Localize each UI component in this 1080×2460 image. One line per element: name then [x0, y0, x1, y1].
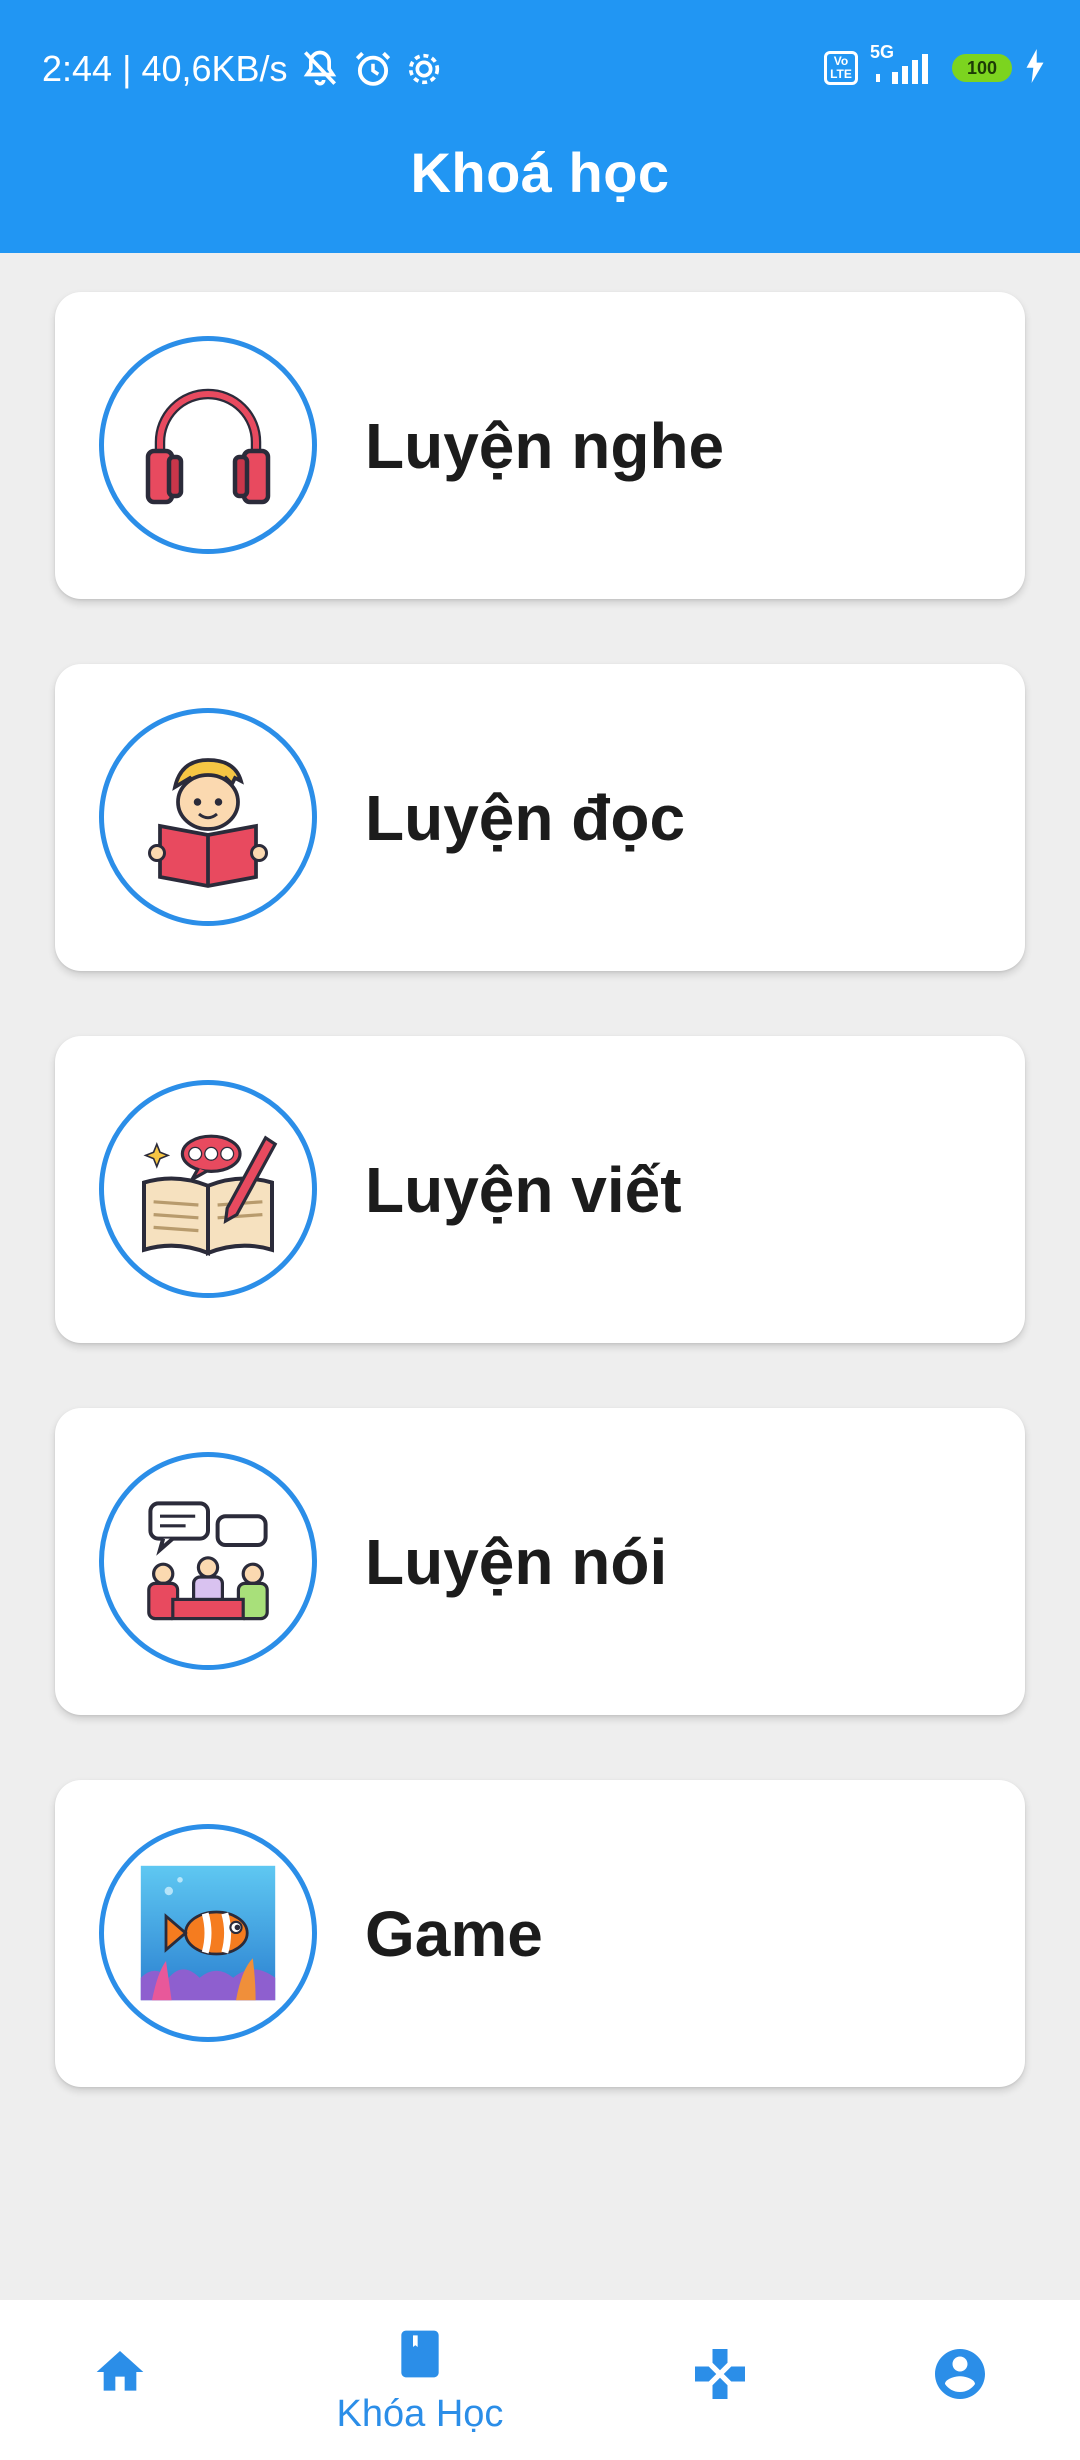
charging-icon [1024, 48, 1046, 88]
app-bar: 2:44 | 40,6KB/s Vo LTE 5G 100 Khoá học [0, 0, 1080, 253]
nav-home[interactable] [70, 2300, 170, 2460]
status-bar: 2:44 | 40,6KB/s Vo LTE 5G 100 [0, 0, 1080, 135]
course-label: Luyện đọc [365, 781, 686, 854]
course-card-speaking[interactable]: Luyện nói [55, 1408, 1025, 1715]
alarm-icon [352, 48, 394, 90]
settings-gear-icon [404, 49, 444, 89]
status-time: 2:44 [42, 48, 113, 89]
course-card-listening[interactable]: Luyện nghe [55, 292, 1025, 599]
volte-line-2: LTE [830, 67, 852, 81]
volte-icon: Vo LTE [824, 51, 858, 85]
abc-glyphs [188, 1146, 235, 1161]
course-label: Game [365, 1897, 543, 1970]
course-label: Luyện nghe [365, 409, 725, 482]
nav-courses[interactable]: Khóa Học [310, 2300, 530, 2460]
status-separator: | [122, 48, 132, 89]
nav-courses-label: Khóa Học [336, 2393, 504, 2435]
fish-game-icon [99, 1824, 317, 2042]
gamepad-icon [690, 2344, 750, 2409]
course-label: Luyện viết [365, 1153, 682, 1226]
nav-games[interactable] [670, 2300, 770, 2460]
course-card-game[interactable]: Game [55, 1780, 1025, 2087]
bottom-navigation: Khóa Học [0, 2300, 1080, 2460]
course-label: Luyện nói [365, 1525, 668, 1598]
page-title: Khoá học [410, 141, 670, 204]
battery-level: 100 [966, 57, 998, 78]
signal-icon: 5G [870, 42, 940, 90]
nav-profile[interactable] [910, 2300, 1010, 2460]
book-icon [392, 2326, 448, 2387]
writing-book-icon [99, 1080, 317, 1298]
network-speed: 40,6KB/s [141, 48, 288, 89]
course-card-reading[interactable]: Luyện đọc [55, 664, 1025, 971]
muted-bell-icon [298, 47, 342, 91]
home-icon [92, 2344, 148, 2405]
reading-boy-icon [99, 708, 317, 926]
headphones-icon [99, 336, 317, 554]
course-list: Luyện nghe Luyện đọc Luyện viết Luyện nó… [55, 292, 1025, 2152]
speaking-group-icon [99, 1452, 317, 1670]
course-card-writing[interactable]: Luyện viết [55, 1036, 1025, 1343]
account-circle-icon [930, 2344, 990, 2409]
battery-icon: 100 [952, 54, 1012, 82]
